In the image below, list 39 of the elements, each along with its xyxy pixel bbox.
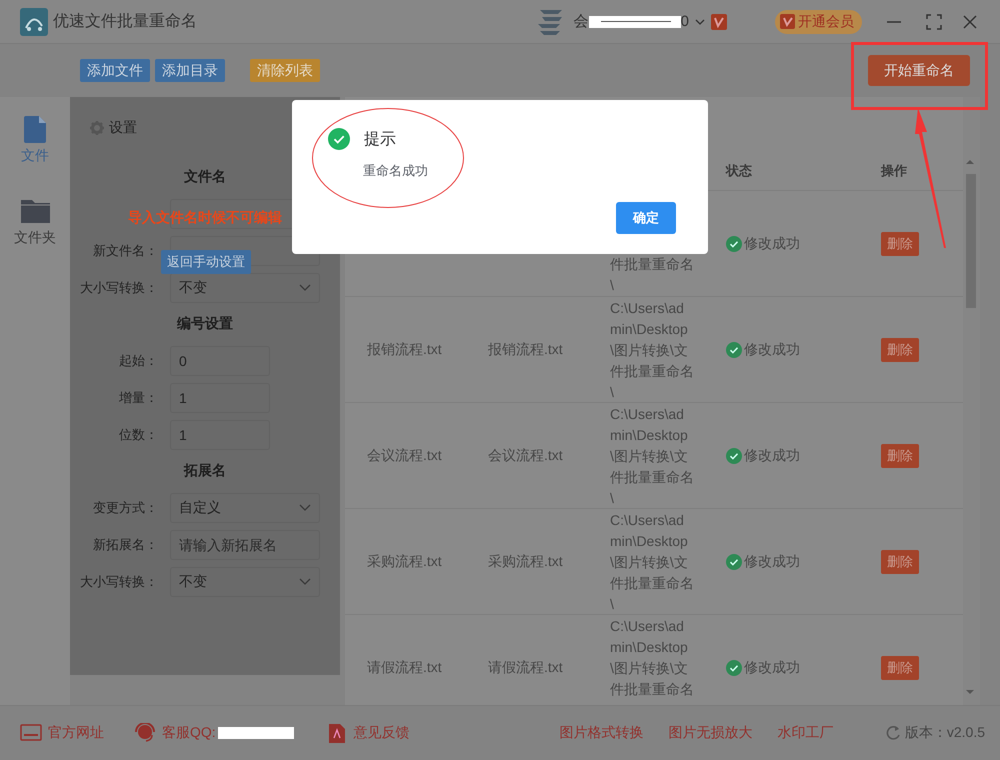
status-text: 修改成功 [744, 341, 800, 359]
status-text: 修改成功 [744, 234, 800, 252]
table-cell-text: 采购流程.txt [487, 553, 564, 571]
table-cell-text: C:\Users\admin\Desktop\图片转换\文件批量重命名\ [609, 405, 694, 508]
status-text: 修改成功 [744, 658, 800, 676]
status-text: 修改成功 [744, 447, 800, 465]
field-label: 位数： [118, 426, 158, 444]
table-cell-text: C:\Users\admin\Desktop\图片转换\文件批量重命名\ [609, 511, 694, 614]
table-cell-text: C:\Users\admin\Desktop\图片转换\文件批量重命名 [609, 617, 694, 699]
panel-title: 设置 [109, 119, 137, 137]
field-label: 大小写转换： [79, 572, 158, 590]
table-cell-text: 报销流程.txt [366, 341, 443, 359]
field-label: 新拓展名： [92, 536, 158, 554]
table-cell-text: 请假流程.txt [366, 658, 443, 676]
account-name: 会 [574, 12, 589, 31]
field-label: 起始： [118, 352, 158, 370]
field-label: 增量： [118, 388, 158, 406]
table-cell-text: 请假流程.txt [487, 658, 564, 676]
dialog-title: 提示 [364, 130, 396, 150]
field-label: 变更方式： [92, 498, 158, 516]
field-label: 大小写转换： [79, 278, 158, 296]
column-header: 操作 [880, 162, 908, 180]
table-cell-text: 采购流程.txt [366, 553, 443, 571]
section-heading: 文件名 [183, 167, 227, 186]
account-name: 0 [680, 13, 689, 30]
lock-notice: 导入文件名时候不可编辑 [128, 209, 282, 227]
field-label: 新文件名： [92, 242, 158, 260]
table-cell-text: 会议流程.txt [487, 447, 564, 465]
table-cell-text: 会议流程.txt [366, 447, 443, 465]
column-header: 状态 [724, 162, 753, 180]
version-text: 版本：v2.0.5 [904, 724, 985, 742]
table-cell-text: 件批量重命名\ [609, 255, 694, 295]
window-title: 优速文件批量重命名 [53, 12, 197, 32]
status-text: 修改成功 [744, 553, 800, 571]
table-cell-text: 报销流程.txt [487, 341, 564, 359]
table-cell-text: C:\Users\admin\Desktop\图片转换\文件批量重命名\ [609, 299, 694, 402]
dialog-message: 重命名成功 [363, 162, 429, 180]
section-heading: 拓展名 [182, 461, 227, 480]
section-heading: 编号设置 [176, 314, 234, 333]
